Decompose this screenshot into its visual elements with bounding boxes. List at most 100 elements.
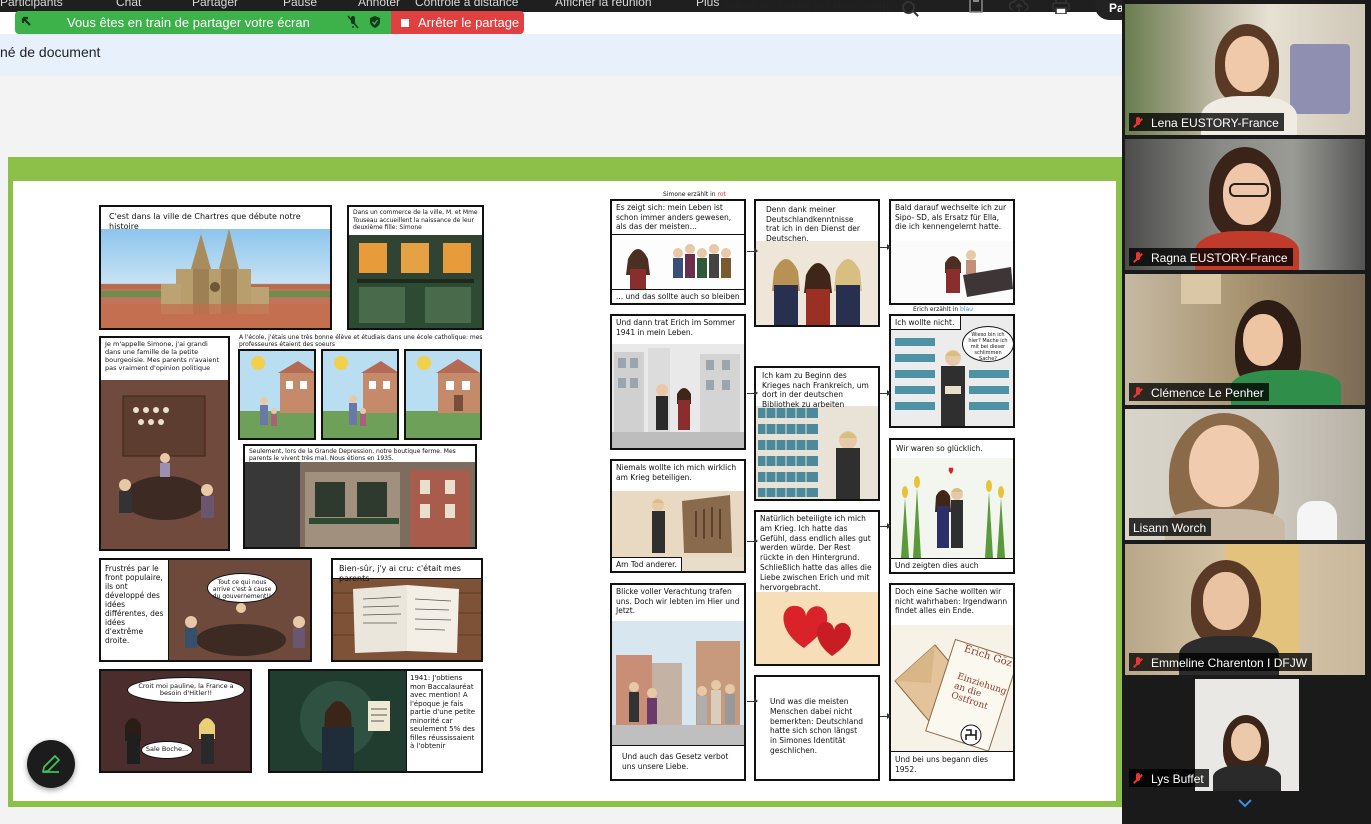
panel-shop: Dans un commerce de la ville, M. et Mme …: [347, 205, 484, 330]
school-illustration-2: [323, 351, 397, 438]
participant-name: Clémence Le Penher: [1151, 386, 1264, 400]
edit-button[interactable]: [27, 740, 75, 788]
video-tile[interactable]: Lys Buffet: [1125, 679, 1365, 791]
menu-annotate[interactable]: Annoter: [358, 0, 400, 9]
panel-school-3: [404, 349, 482, 440]
panel-caption: Ich kam zu Beginn des Krieges nach Frank…: [756, 368, 878, 409]
participant-name: Lys Buffet: [1151, 772, 1204, 786]
mic-muted-icon: [1133, 117, 1143, 129]
panel-caption-bottom: Und auch das Gesetz verbot uns unsere Li…: [612, 745, 744, 779]
panel-r7: Niemals wollte ich mich wirklich am Krie…: [610, 459, 746, 573]
participant-name-tag: Clémence Le Penher: [1129, 383, 1269, 401]
panel-caption: Bien-sûr, j'y ai cru: c'était mes parent…: [333, 560, 481, 583]
chartres-illustration: [101, 229, 330, 328]
stop-share-button[interactable]: Arrêter le partage: [391, 11, 524, 34]
participant-name-tag: Emmeline Charenton I DFJW: [1129, 653, 1313, 671]
menu-participants[interactable]: Participants: [0, 0, 63, 9]
panel-caption: Wir waren so glücklich.: [891, 440, 1013, 458]
note-simone: Simone erzählt in rot: [663, 191, 726, 198]
participant-name: Emmeline Charenton I DFJW: [1151, 656, 1308, 670]
panel-caption: C'est dans la ville de Chartres que débu…: [101, 207, 330, 231]
panel-caption-bottom: Und bei uns begann dies 1952.: [891, 751, 1013, 779]
flow-arrow: [747, 698, 758, 704]
share-status: Vous êtes en train de partager votre écr…: [15, 11, 391, 34]
depression-illustration: [245, 462, 475, 547]
search-icon[interactable]: [902, 0, 916, 14]
video-tile[interactable]: Emmeline Charenton I DFJW: [1125, 544, 1365, 675]
panel-r2: Denn dank meiner Deutschlandkenntnisse t…: [754, 199, 880, 327]
save-icon[interactable]: [965, 0, 987, 16]
shop-illustration: [349, 235, 482, 328]
share-arrow-icon[interactable]: [15, 15, 37, 30]
participant-video: [1195, 679, 1299, 791]
panel-r11: Und was die meisten Menschen dabei nicht…: [754, 675, 880, 781]
menu-show-meeting[interactable]: Afficher la réunion: [555, 0, 652, 9]
pdf-search-field[interactable]: rcher du texte ou des outils: [724, 0, 942, 16]
document-title: né de document: [0, 44, 101, 60]
screen-share-banner: Vous êtes en train de partager votre écr…: [15, 11, 524, 34]
panel-caption: Und dann trat Erich im Sommer 1941 in me…: [612, 316, 744, 344]
panel-r8: Natürlich beteiligte ich mich am Krieg. …: [754, 510, 880, 666]
panel-caption-bottom: ... und das sollte auch so bleiben .: [612, 289, 744, 303]
panel-r10: Blicke voller Verachtung trafen uns. Doc…: [610, 583, 746, 781]
panel-caption: Blicke voller Verachtung trafen uns. Doc…: [612, 585, 744, 621]
panel-r4: Und dann trat Erich im Sommer 1941 in me…: [610, 314, 746, 450]
flow-arrow: [747, 538, 758, 544]
document-header: né de document: [0, 34, 1122, 76]
menu-share[interactable]: Partager: [192, 0, 238, 9]
panel-caption: Seulement, lors de la Grande Depression,…: [245, 446, 475, 462]
r10-illustration: [612, 621, 744, 745]
family-illustration: [101, 380, 228, 549]
panel-caption: Natürlich beteiligte ich mich am Krieg. …: [756, 512, 878, 592]
stop-share-label: Arrêter le partage: [418, 15, 520, 30]
r7-illustration: [612, 491, 744, 557]
menu-more[interactable]: Plus: [696, 0, 719, 9]
shield-icon[interactable]: [369, 15, 381, 32]
menu-chat[interactable]: Chat: [116, 0, 141, 9]
panel-caption: Denn dank meiner Deutschlandkenntnisse t…: [756, 201, 878, 243]
video-tile[interactable]: Clémence Le Penher: [1125, 274, 1365, 405]
speech-bubble: Sale Boche...: [141, 741, 193, 759]
mic-muted-icon: [1133, 252, 1143, 264]
school-illustration-3: [406, 351, 480, 438]
panel-r3: Bald darauf wechselte ich zur Sipo- SD, …: [889, 199, 1015, 305]
r1-illustration: [612, 235, 744, 291]
panel-baccalaureat: 1941: J'obtiens mon Baccalauréat avec me…: [268, 669, 483, 773]
panel-caption-bottom: Am Tod anderer.: [612, 557, 682, 571]
panel-caption: Je m'appelle Simone, j'ai grandi dans un…: [101, 338, 228, 380]
panel-r9: Wir waren so glücklich. Und zeigten dies…: [889, 438, 1015, 574]
participant-name: Lena EUSTORY-France: [1151, 116, 1279, 130]
panel-caption: Es zeigt sich: mein Leben ist schon imme…: [612, 201, 744, 235]
menu-remote-control[interactable]: Contrôle à distance: [415, 0, 518, 9]
panel-argument: Croit moi pauline, la France a besoin d'…: [99, 669, 252, 773]
panel-frustration: Frustrés par le front populaire, ils ont…: [99, 558, 312, 662]
panel-chartres: C'est dans la ville de Chartres que débu…: [99, 205, 332, 330]
print-icon[interactable]: [1050, 0, 1072, 16]
panel-caption: Ich wollte nicht.: [891, 316, 961, 330]
mic-muted-icon: [1133, 773, 1143, 785]
video-tile[interactable]: Ragna EUSTORY-France: [1125, 139, 1365, 270]
panel-parents-book: Bien-sûr, j'y ai cru: c'était mes parent…: [331, 558, 483, 662]
mic-muted-icon: [1133, 657, 1143, 669]
mic-muted-icon[interactable]: [347, 15, 359, 32]
panel-caption: 1941: J'obtiens mon Baccalauréat avec me…: [406, 671, 481, 771]
participant-name-tag: Ragna EUSTORY-France: [1129, 248, 1293, 266]
video-tile-active[interactable]: Lisann Worch: [1125, 409, 1365, 540]
panel-r12: Doch eine Sache wollten wir nicht wahrha…: [889, 583, 1015, 781]
panel-r6: Ich wollte nicht. Wieso bin ich hier? Ma…: [889, 314, 1015, 428]
panel-caption: Doch eine Sache wollten wir nicht wahrha…: [891, 585, 1013, 625]
r2-illustration: [756, 241, 878, 325]
video-tile[interactable]: Lena EUSTORY-France: [1125, 4, 1365, 135]
participant-name: Ragna EUSTORY-France: [1151, 251, 1288, 265]
participant-name-tag: Lys Buffet: [1129, 769, 1209, 787]
speech-bubble: Croit moi pauline, la France a besoin d'…: [127, 677, 245, 703]
menu-pause[interactable]: Pause: [283, 0, 317, 9]
panel-r5: Ich kam zu Beginn des Krieges nach Frank…: [754, 366, 880, 501]
panel-caption: Dans un commerce de la ville, M. et Mme …: [349, 207, 482, 235]
school-caption: A l'école, j'étais une très bonne élève …: [239, 334, 483, 348]
r4-illustration: [612, 344, 744, 448]
panel-caption-bottom: Und zeigten dies auch öffentlich.: [891, 558, 1013, 572]
share-status-text: Vous êtes en train de partager votre écr…: [67, 15, 310, 30]
upload-icon[interactable]: [1008, 0, 1030, 16]
chevron-down-icon[interactable]: [1237, 798, 1253, 808]
